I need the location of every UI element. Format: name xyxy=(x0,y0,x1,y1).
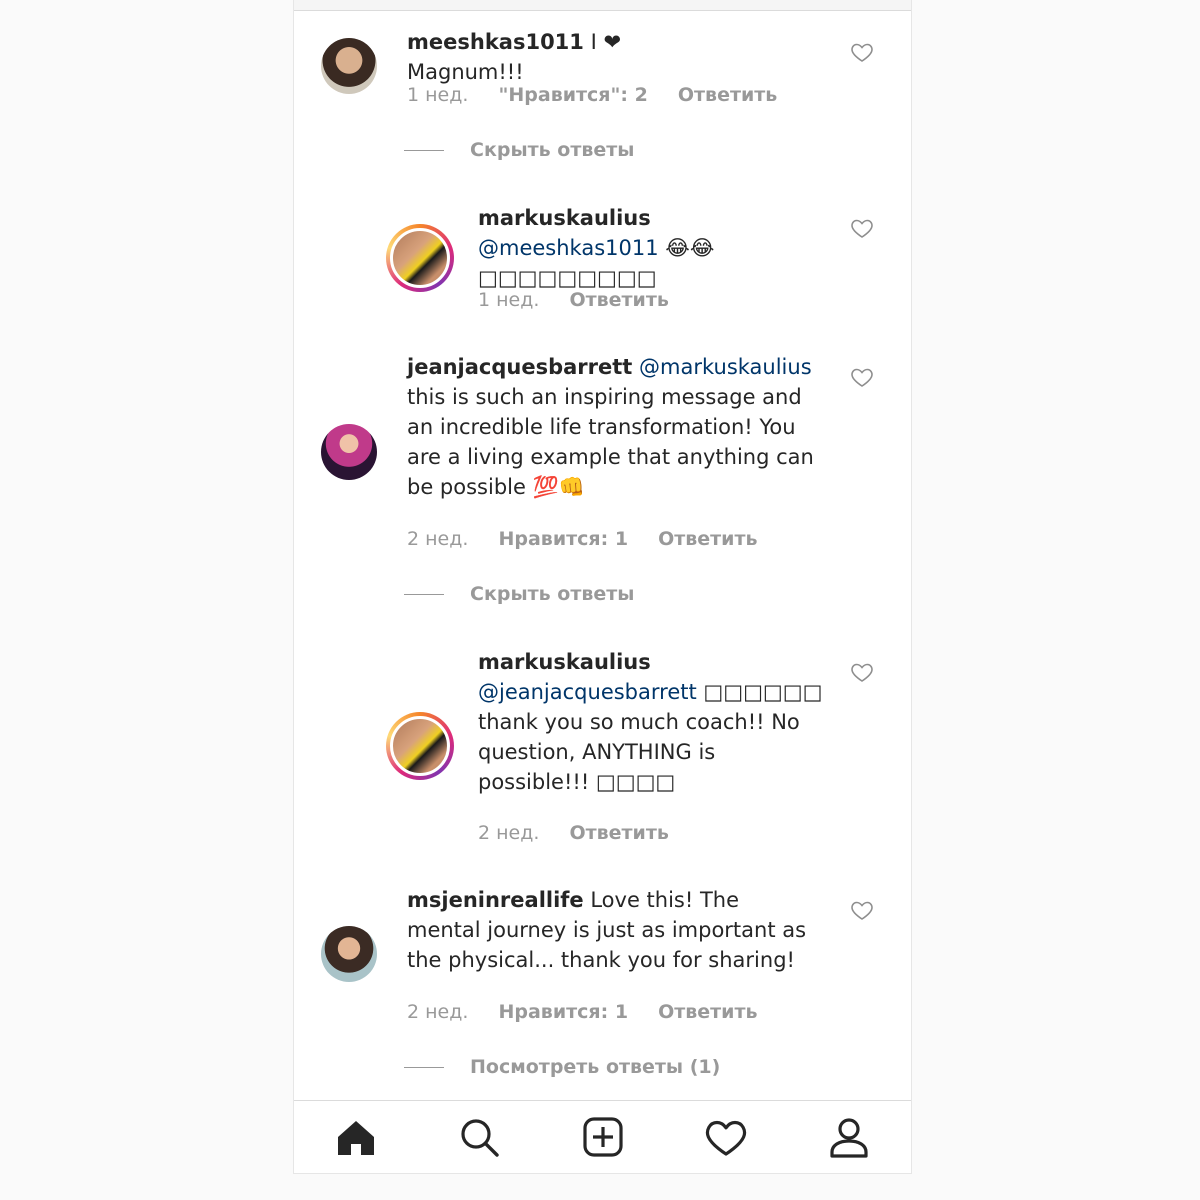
comment-likes[interactable]: Нравится: 1 xyxy=(498,528,628,550)
comment-likes[interactable]: "Нравится": 2 xyxy=(498,84,647,106)
comment-meta: 1 нед. Ответить xyxy=(478,289,669,311)
comment-text: markuskaulius @meeshkas1011 😂😂□□□□□□□□□ xyxy=(478,203,823,293)
reply-button[interactable]: Ответить xyxy=(658,1001,757,1023)
like-heart-icon[interactable] xyxy=(850,365,874,389)
comment-username[interactable]: markuskaulius xyxy=(478,206,651,230)
thread-line xyxy=(404,594,444,595)
comment-mention[interactable]: @meeshkas1011 xyxy=(478,236,659,260)
avatar[interactable] xyxy=(386,224,454,292)
avatar[interactable] xyxy=(321,424,377,480)
hide-replies-toggle[interactable]: Скрыть ответы xyxy=(404,583,634,605)
comment-likes[interactable]: Нравится: 1 xyxy=(498,1001,628,1023)
top-divider xyxy=(294,0,911,11)
home-icon[interactable] xyxy=(334,1115,378,1159)
avatar[interactable] xyxy=(321,38,377,94)
comment-time[interactable]: 1 нед. xyxy=(407,84,468,106)
comment-meta: 2 нед. Ответить xyxy=(478,822,669,844)
avatar[interactable] xyxy=(321,926,377,982)
hide-replies-toggle[interactable]: Скрыть ответы xyxy=(404,139,634,161)
new-post-icon[interactable] xyxy=(581,1115,625,1159)
activity-heart-icon[interactable] xyxy=(704,1115,748,1159)
comment-meta: 2 нед. Нравится: 1 Ответить xyxy=(407,528,758,550)
avatar-image xyxy=(390,228,450,288)
avatar-image xyxy=(390,716,450,776)
search-icon[interactable] xyxy=(457,1115,501,1159)
comment-text: msjeninreallife Love this! The mental jo… xyxy=(407,885,812,975)
comment-meta: 1 нед. "Нравится": 2 Ответить xyxy=(407,84,777,106)
comment-mention[interactable]: @jeanjacquesbarrett xyxy=(478,680,697,704)
comment-body: this is such an inspiring message and an… xyxy=(407,385,814,499)
comments-page: meeshkas1011 I ❤ Magnum!!! 1 нед. "Нрави… xyxy=(293,0,912,1174)
hide-replies-label: Скрыть ответы xyxy=(470,583,635,605)
comment-text: jeanjacquesbarrett @markuskaulius this i… xyxy=(407,352,822,502)
like-heart-icon[interactable] xyxy=(850,660,874,684)
reply-button[interactable]: Ответить xyxy=(678,84,777,106)
view-replies-toggle[interactable]: Посмотреть ответы (1) xyxy=(404,1056,720,1078)
bottom-navigation xyxy=(294,1100,911,1173)
comment-meta: 2 нед. Нравится: 1 Ответить xyxy=(407,1001,758,1023)
reply-button[interactable]: Ответить xyxy=(569,289,668,311)
view-replies-label: Посмотреть ответы (1) xyxy=(470,1056,721,1078)
like-heart-icon[interactable] xyxy=(850,216,874,240)
like-heart-icon[interactable] xyxy=(850,898,874,922)
comment-time[interactable]: 2 нед. xyxy=(407,528,468,550)
comment-username[interactable]: jeanjacquesbarrett xyxy=(407,355,632,379)
comment-text: markuskaulius @jeanjacquesbarrett □□□□□□ … xyxy=(478,647,823,797)
reply-button[interactable]: Ответить xyxy=(569,822,668,844)
reply-button[interactable]: Ответить xyxy=(658,528,757,550)
comment-time[interactable]: 2 нед. xyxy=(478,822,539,844)
comment-username[interactable]: markuskaulius xyxy=(478,650,651,674)
comment-time[interactable]: 1 нед. xyxy=(478,289,539,311)
like-heart-icon[interactable] xyxy=(850,40,874,64)
comment-text: meeshkas1011 I ❤ Magnum!!! xyxy=(407,27,737,87)
thread-line xyxy=(404,1067,444,1068)
profile-icon[interactable] xyxy=(827,1115,871,1159)
thread-line xyxy=(404,150,444,151)
comment-username[interactable]: meeshkas1011 xyxy=(407,30,584,54)
comment-username[interactable]: msjeninreallife xyxy=(407,888,584,912)
comment-mention[interactable]: @markuskaulius xyxy=(639,355,812,379)
comment-time[interactable]: 2 нед. xyxy=(407,1001,468,1023)
avatar[interactable] xyxy=(386,712,454,780)
hide-replies-label: Скрыть ответы xyxy=(470,139,635,161)
